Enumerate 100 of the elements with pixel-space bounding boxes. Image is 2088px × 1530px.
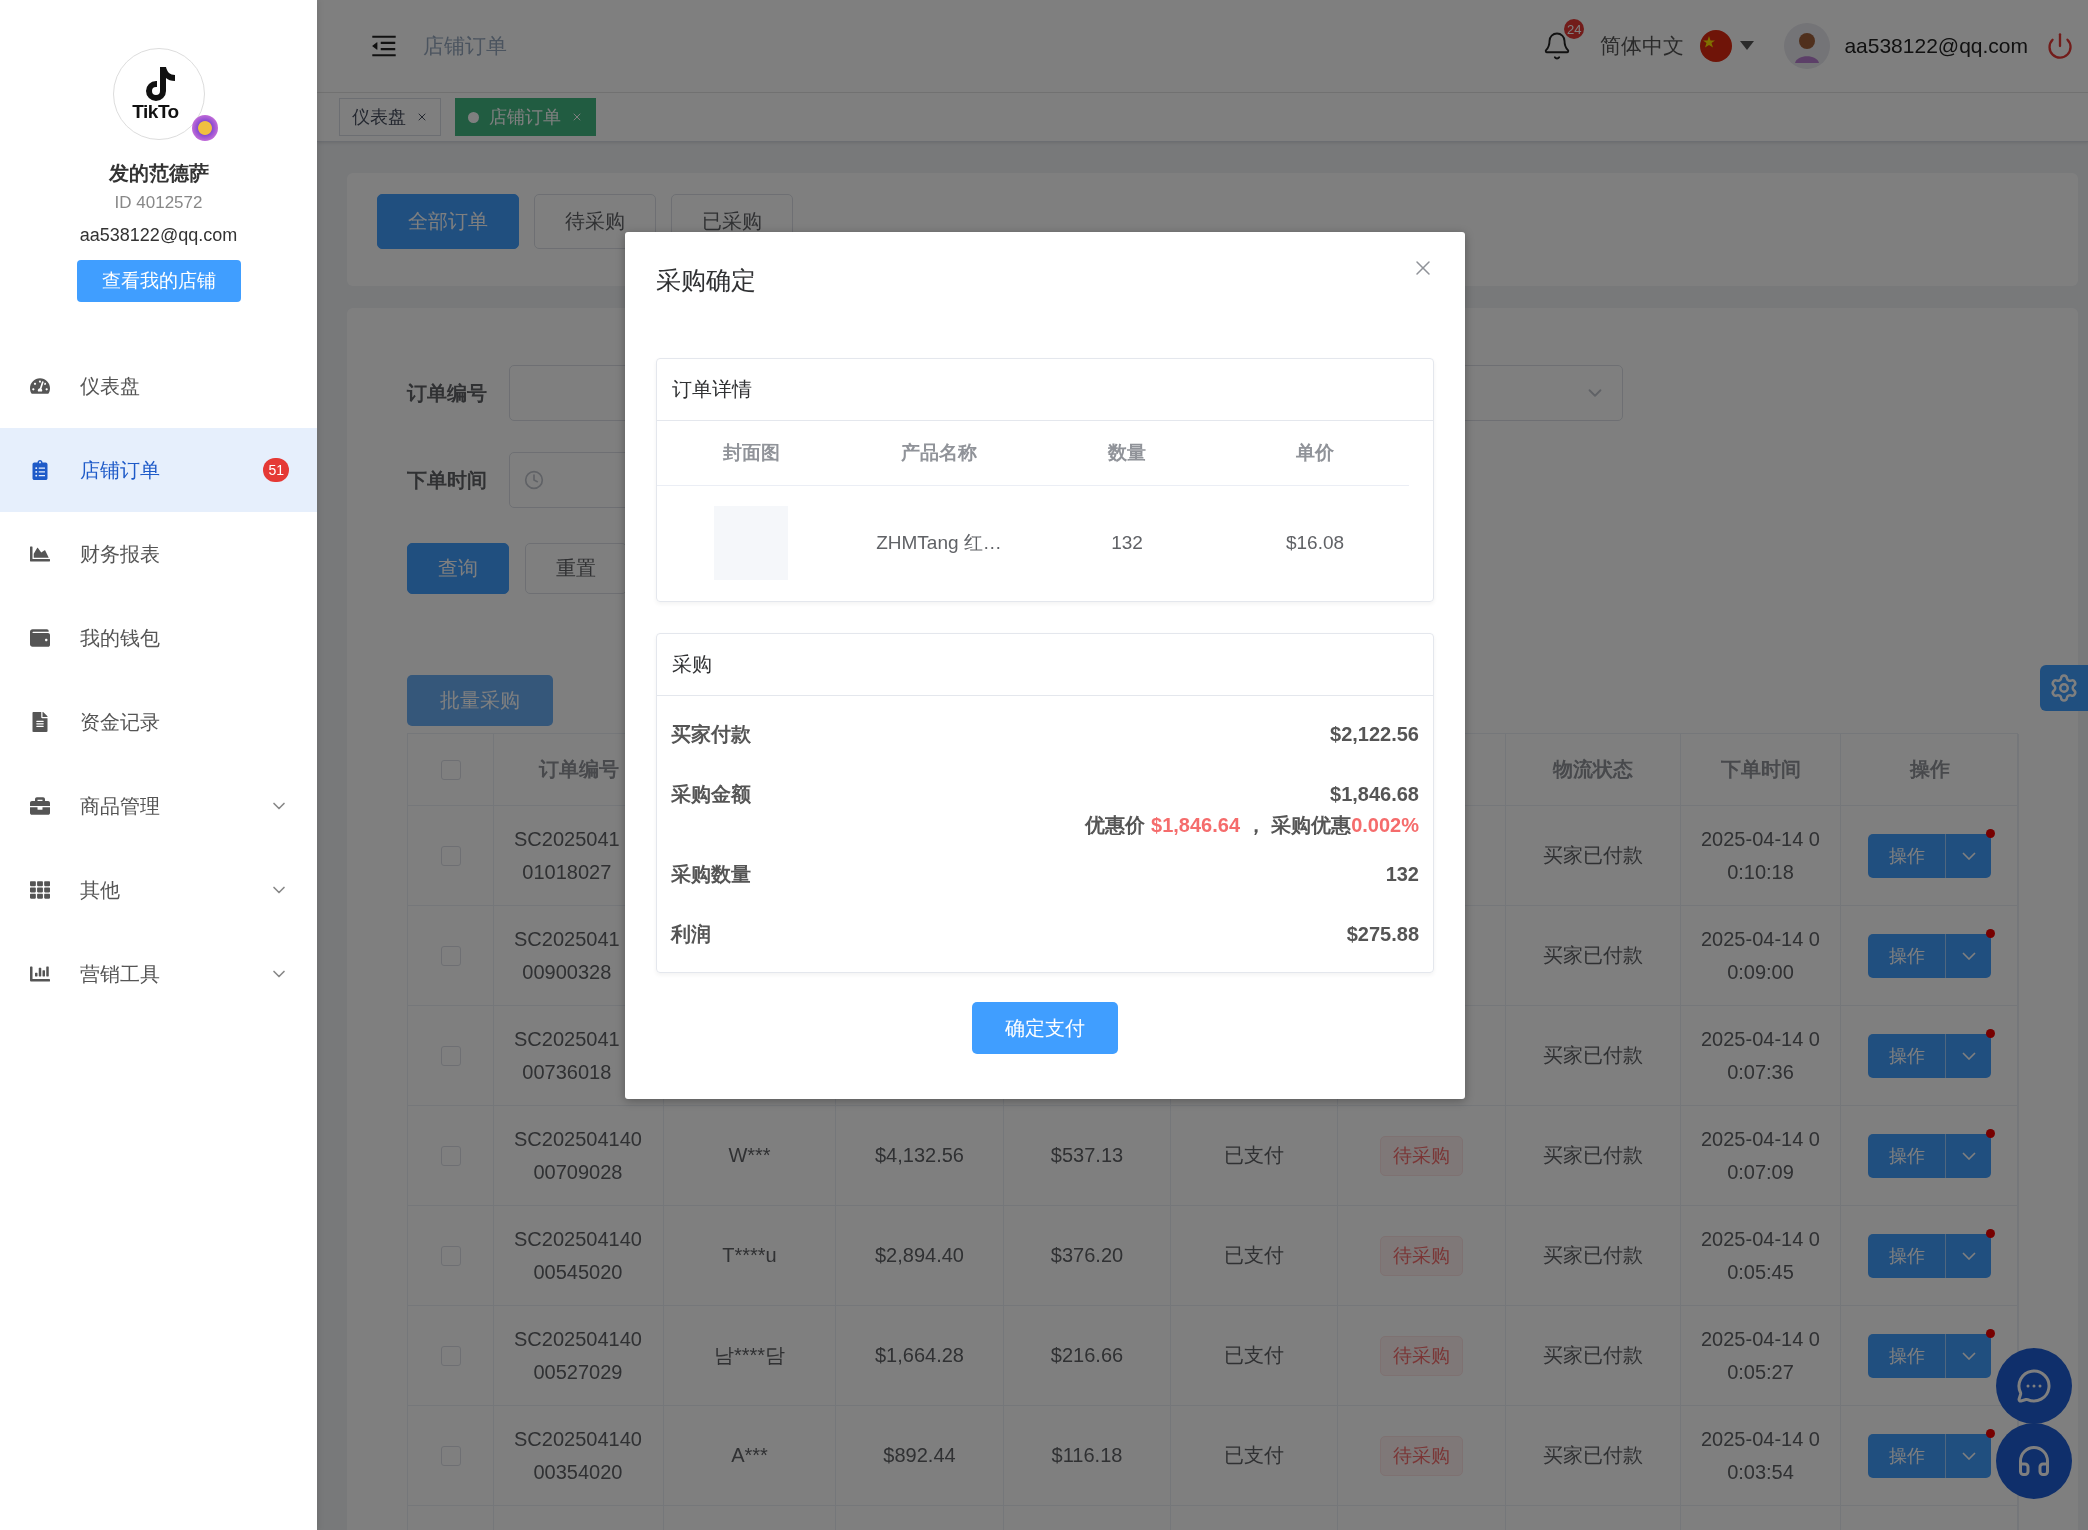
language-selector[interactable]: 简体中文	[1600, 32, 1685, 60]
action-button[interactable]: 操作	[1868, 833, 1946, 878]
briefcase-icon	[30, 796, 50, 816]
logistics-status: 买家已付款	[1543, 1443, 1643, 1468]
chevron-down-icon	[1961, 851, 1976, 860]
order-time: 2025-04-14 0 0:05:45	[1701, 1226, 1820, 1285]
action-button[interactable]: 操作	[1868, 1133, 1946, 1178]
summary-label: 买家付款	[671, 721, 751, 747]
logistics-status: 买家已付款	[1543, 1343, 1643, 1368]
wallet-icon	[30, 628, 50, 648]
sidebar-item-label: 商品管理	[80, 793, 161, 819]
order-number: SC202504140 00354020	[514, 1426, 642, 1485]
chat-icon	[2016, 1368, 2052, 1404]
grid-icon	[30, 880, 50, 900]
reset-button[interactable]: 重置	[525, 543, 627, 594]
action-button[interactable]: 操作	[1868, 933, 1946, 978]
buyer-name: 남****담	[713, 1343, 786, 1368]
flag-icon[interactable]	[1700, 30, 1733, 62]
order-number: SC2025041 00736018	[514, 1026, 620, 1085]
action-button[interactable]: 操作	[1868, 1333, 1946, 1378]
buyer-name: W***	[728, 1143, 771, 1168]
dropdown-button[interactable]	[1946, 1133, 1991, 1178]
dropdown-button[interactable]	[1946, 1333, 1991, 1378]
chevron-down-icon	[1961, 951, 1976, 960]
order-time: 2025-04-14 0 0:07:36	[1701, 1026, 1820, 1085]
view-shop-button[interactable]: 查看我的店铺	[76, 260, 241, 302]
column-header: 封面图	[657, 421, 845, 486]
power-icon[interactable]	[2046, 32, 2074, 60]
sidebar-item[interactable]: 资金记录	[0, 680, 317, 764]
count-badge: 51	[263, 458, 289, 482]
status-tab[interactable]: 待采购	[534, 194, 656, 249]
close-icon[interactable]	[571, 111, 583, 123]
page-tab[interactable]: 店铺订单	[455, 98, 596, 136]
sidebar-item[interactable]: 商品管理	[0, 764, 317, 848]
payment-status: 已支付	[1224, 1143, 1284, 1168]
logistics-status: 买家已付款	[1543, 843, 1643, 868]
alert-dot-icon	[1986, 1428, 1995, 1438]
sidebar-item[interactable]: 仪表盘	[0, 344, 317, 428]
action-button[interactable]: 操作	[1868, 1033, 1946, 1078]
payment-status: 已支付	[1224, 1343, 1284, 1368]
field-label: 下单时间	[407, 467, 488, 493]
buyer-name: A***	[731, 1443, 768, 1468]
product-name: ZHMTang 红…	[875, 530, 1003, 555]
order-amount: $1,664.28	[875, 1343, 964, 1368]
dropdown-button[interactable]	[1946, 1433, 1991, 1478]
order-time: 2025-04-14 0 0:05:27	[1701, 1326, 1820, 1385]
sidebar-item-label: 财务报表	[80, 541, 161, 567]
purchase-status-tag: 待采购	[1380, 1435, 1463, 1476]
summary-value: 132	[1385, 862, 1419, 886]
sidebar-item[interactable]: 财务报表	[0, 512, 317, 596]
confirm-pay-button[interactable]: 确定支付	[972, 1002, 1118, 1054]
order-time: 2025-04-14 0 0:07:09	[1701, 1126, 1820, 1185]
settings-button[interactable]	[2040, 665, 2088, 711]
shop-id: ID 4012572	[114, 193, 203, 213]
purchase-status-tag: 待采购	[1380, 1235, 1463, 1276]
order-amount: $892.44	[883, 1443, 956, 1468]
dropdown-button[interactable]	[1946, 933, 1991, 978]
close-icon[interactable]	[416, 111, 428, 123]
order-time: 2025-04-14 0 0:03:54	[1701, 1426, 1820, 1485]
purchase-status-tag: 待采购	[1380, 1335, 1463, 1376]
profit: $116.18	[1051, 1443, 1123, 1468]
avatar[interactable]	[1784, 23, 1831, 69]
page-tab-label: 店铺订单	[489, 106, 561, 129]
chart-icon	[30, 544, 50, 564]
alert-dot-icon	[1986, 1228, 1995, 1238]
summary-label: 采购金额	[671, 781, 751, 807]
page-tab[interactable]: 仪表盘	[339, 98, 441, 136]
chevron-down-icon	[1961, 1151, 1976, 1160]
shop-name: 发的范德萨	[108, 161, 209, 186]
dropdown-button[interactable]	[1946, 833, 1991, 878]
summary-label: 利润	[671, 921, 711, 947]
search-button[interactable]: 查询	[407, 543, 509, 594]
sidebar-item[interactable]: 店铺订单 51	[0, 428, 317, 512]
order-time: 2025-04-14 0 0:09:00	[1701, 926, 1820, 985]
sidebar-item[interactable]: 其他	[0, 848, 317, 932]
action-button[interactable]: 操作	[1868, 1233, 1946, 1278]
panel-title: 订单详情	[657, 359, 1433, 421]
active-dot-icon	[468, 111, 479, 123]
profit: $216.66	[1050, 1343, 1124, 1368]
order-amount: $4,132.56	[875, 1143, 964, 1168]
sidebar-item-label: 资金记录	[80, 709, 161, 735]
payment-status: 已支付	[1224, 1443, 1284, 1468]
buyer-name: T****u	[722, 1243, 777, 1268]
dropdown-button[interactable]	[1946, 1033, 1991, 1078]
payment-status: 已支付	[1224, 1243, 1284, 1268]
sidebar-item[interactable]: 营销工具	[0, 932, 317, 1016]
sticker-icon	[191, 115, 218, 141]
order-time: 2025-04-14 0 0:10:18	[1701, 826, 1820, 885]
dropdown-button[interactable]	[1946, 1233, 1991, 1278]
unit-price: $16.08	[1284, 530, 1346, 555]
alert-dot-icon	[1986, 828, 1995, 838]
action-button[interactable]: 操作	[1868, 1433, 1946, 1478]
shop-email: aa538122@qq.com	[79, 225, 238, 246]
sidebar-item[interactable]: 我的钱包	[0, 596, 317, 680]
status-tab[interactable]: 全部订单	[377, 194, 519, 249]
summary-value: $1,846.68	[1330, 782, 1419, 806]
caret-icon[interactable]	[1740, 41, 1755, 51]
chevron-down-icon	[1961, 1351, 1976, 1360]
page-tab-label: 仪表盘	[352, 106, 406, 129]
order-amount: $2,894.40	[875, 1243, 964, 1268]
